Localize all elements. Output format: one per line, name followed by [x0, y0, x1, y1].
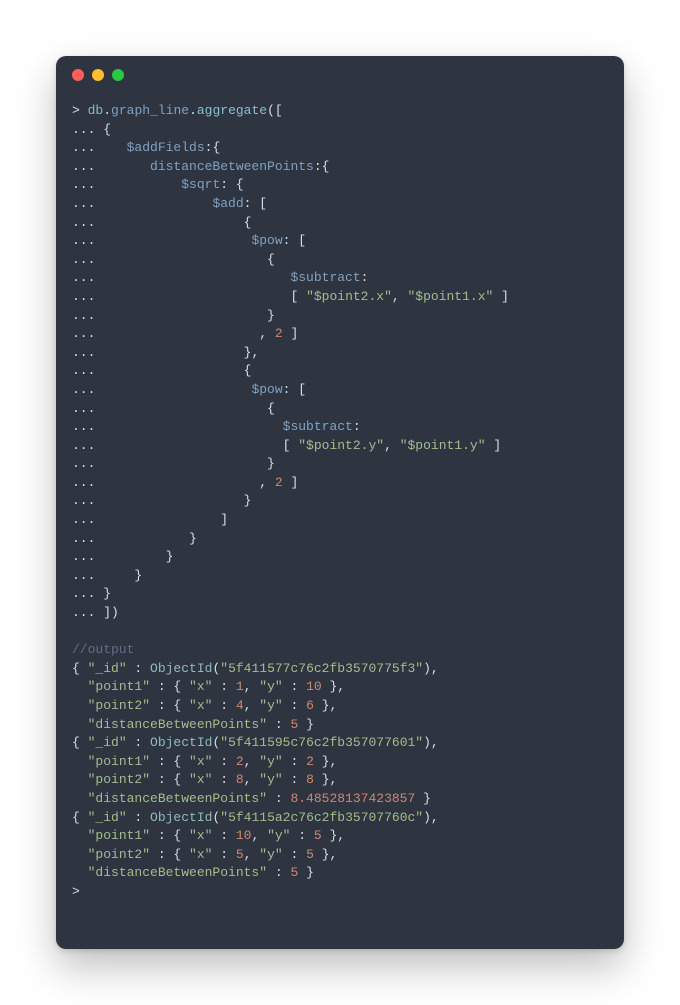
- output-line: "distanceBetweenPoints" : 5 }: [72, 864, 608, 883]
- db-object: db: [88, 103, 104, 118]
- code-line: ... $subtract:: [72, 418, 608, 437]
- output-line: "point1" : { "x" : 10, "y" : 5 },: [72, 827, 608, 846]
- code-line: ... {: [72, 251, 608, 270]
- output-line: "distanceBetweenPoints" : 5 }: [72, 716, 608, 735]
- code-line: ... [ "$point2.x", "$point1.x" ]: [72, 288, 608, 307]
- output-comment: //output: [72, 641, 608, 660]
- code-line: ... ]: [72, 511, 608, 530]
- sqrt-op: $sqrt: [181, 177, 220, 192]
- code-line: ... }: [72, 585, 608, 604]
- output-line: "distanceBetweenPoints" : 8.485281374238…: [72, 790, 608, 809]
- code-line: ... $pow: [: [72, 232, 608, 251]
- code-line: ... }: [72, 455, 608, 474]
- str-point2y: "$point2.y": [298, 438, 384, 453]
- distance-field: distanceBetweenPoints: [150, 159, 314, 174]
- num-two: 2: [275, 326, 283, 341]
- code-line: ... $add: [: [72, 195, 608, 214]
- code-line: ... }: [72, 492, 608, 511]
- code-line: ... }: [72, 530, 608, 549]
- pow-op: $pow: [251, 233, 282, 248]
- close-icon[interactable]: [72, 69, 84, 81]
- output-line: { "_id" : ObjectId("5f4115a2c76c2fb35707…: [72, 809, 608, 828]
- cont-symbol: ...: [72, 122, 95, 137]
- code-line: ... },: [72, 344, 608, 363]
- num-two: 2: [275, 475, 283, 490]
- code-line: ... {: [72, 121, 608, 140]
- code-line: ... {: [72, 400, 608, 419]
- str-point1x: "$point1.x": [408, 289, 494, 304]
- method-name: aggregate: [197, 103, 267, 118]
- terminal-window: > db.graph_line.aggregate([... {... $add…: [56, 56, 624, 949]
- subtract-op: $subtract: [283, 419, 353, 434]
- output-line: "point1" : { "x" : 1, "y" : 10 },: [72, 678, 608, 697]
- output-line: { "_id" : ObjectId("5f411595c76c2fb35707…: [72, 734, 608, 753]
- code-line: ... $subtract:: [72, 269, 608, 288]
- code-line: ... $pow: [: [72, 381, 608, 400]
- output-line: "point2" : { "x" : 4, "y" : 6 },: [72, 697, 608, 716]
- collection-name: graph_line: [111, 103, 189, 118]
- code-line: ... }: [72, 307, 608, 326]
- code-line: ... [ "$point2.y", "$point1.y" ]: [72, 437, 608, 456]
- output-line: "point1" : { "x" : 2, "y" : 2 },: [72, 753, 608, 772]
- str-point2x: "$point2.x": [306, 289, 392, 304]
- code-line: ... }: [72, 548, 608, 567]
- code-line: ... , 2 ]: [72, 474, 608, 493]
- code-line: ... {: [72, 362, 608, 381]
- code-line: ... distanceBetweenPoints:{: [72, 158, 608, 177]
- subtract-op: $subtract: [290, 270, 360, 285]
- minimize-icon[interactable]: [92, 69, 104, 81]
- prompt-line: >: [72, 883, 608, 902]
- output-line: { "_id" : ObjectId("5f411577c76c2fb35707…: [72, 660, 608, 679]
- addfields-op: $addFields: [127, 140, 205, 155]
- zoom-icon[interactable]: [112, 69, 124, 81]
- pow-op: $pow: [251, 382, 282, 397]
- code-line: > db.graph_line.aggregate([: [72, 102, 608, 121]
- code-line: ... , 2 ]: [72, 325, 608, 344]
- code-line: ... $sqrt: {: [72, 176, 608, 195]
- prompt-symbol: >: [72, 103, 80, 118]
- str-point1y: "$point1.y": [400, 438, 486, 453]
- add-op: $add: [212, 196, 243, 211]
- window-titlebar: [56, 56, 624, 94]
- code-line: ... ]): [72, 604, 608, 623]
- code-line: ... {: [72, 214, 608, 233]
- output-line: "point2" : { "x" : 8, "y" : 8 },: [72, 771, 608, 790]
- code-line: ... $addFields:{: [72, 139, 608, 158]
- code-block: > db.graph_line.aggregate([... {... $add…: [56, 94, 624, 918]
- output-line: "point2" : { "x" : 5, "y" : 5 },: [72, 846, 608, 865]
- blank-line: [72, 623, 608, 642]
- code-line: ... }: [72, 567, 608, 586]
